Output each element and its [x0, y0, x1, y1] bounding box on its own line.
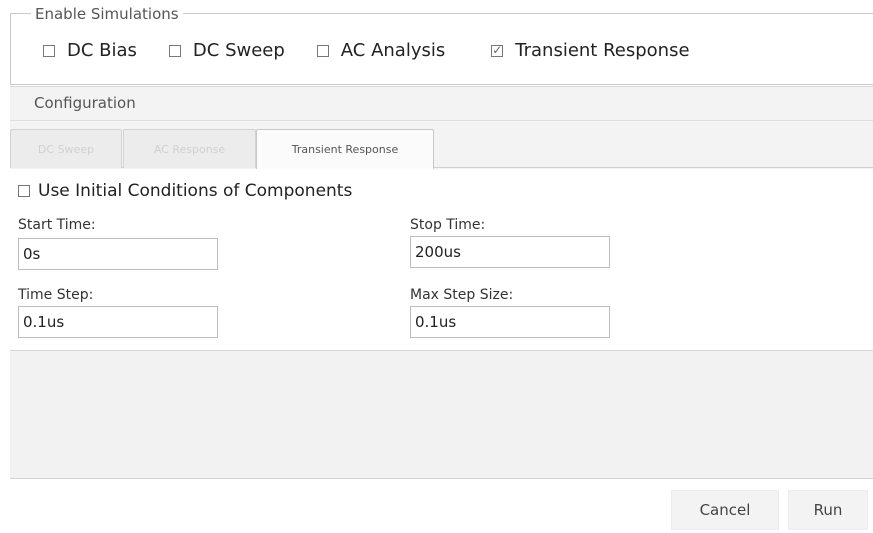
dc-bias-checkbox[interactable]	[43, 44, 55, 57]
dc-bias-option[interactable]: DC Bias	[43, 40, 137, 61]
tab-dc-sweep[interactable]: DC Sweep	[10, 129, 122, 168]
configuration-tabs: DC Sweep AC Response Transient Response	[10, 129, 873, 169]
transient-response-checkbox[interactable]: ✓	[491, 42, 504, 57]
dc-sweep-checkbox[interactable]	[168, 44, 181, 57]
ac-analysis-label: AC Analysis	[340, 40, 446, 61]
ac-analysis-checkbox[interactable]	[316, 44, 329, 57]
max-step-size-label: Max Step Size:	[410, 287, 514, 303]
start-time-label: Start Time:	[18, 217, 96, 233]
use-initial-conditions-option[interactable]: Use Initial Conditions of Components	[18, 181, 352, 201]
transient-response-label: Transient Response	[515, 40, 690, 61]
configuration-panel: Configuration DC Sweep AC Response Trans…	[10, 86, 873, 479]
transient-response-option[interactable]: ✓ Transient Response	[491, 40, 690, 61]
dc-bias-label: DC Bias	[67, 40, 137, 61]
stop-time-input[interactable]	[410, 236, 610, 268]
time-step-label: Time Step:	[18, 287, 94, 303]
stop-time-label: Stop Time:	[410, 217, 486, 233]
use-initial-conditions-checkbox[interactable]	[18, 185, 30, 197]
use-initial-conditions-label: Use Initial Conditions of Components	[38, 181, 353, 201]
simulation-options: DC Bias DC Sweep AC Analysis ✓ Transient…	[43, 40, 722, 61]
max-step-size-input[interactable]	[410, 306, 610, 338]
dc-sweep-option[interactable]: DC Sweep	[168, 40, 285, 61]
dc-sweep-label: DC Sweep	[192, 40, 285, 61]
cancel-button[interactable]: Cancel	[671, 490, 779, 530]
configuration-title: Configuration	[34, 94, 136, 112]
time-step-input[interactable]	[18, 306, 218, 338]
check-mark-icon: ✓	[492, 42, 503, 57]
tab-transient-response[interactable]: Transient Response	[256, 129, 434, 169]
tab-ac-response[interactable]: AC Response	[123, 129, 256, 168]
ac-analysis-option[interactable]: AC Analysis	[316, 40, 446, 61]
transient-response-tab-content: Use Initial Conditions of Components Sta…	[10, 169, 873, 351]
enable-simulations-group: Enable Simulations DC Bias DC Sweep AC A…	[10, 5, 873, 85]
enable-simulations-legend: Enable Simulations	[31, 5, 183, 23]
start-time-input[interactable]	[18, 238, 218, 270]
configuration-divider	[10, 120, 873, 121]
run-button[interactable]: Run	[788, 490, 868, 530]
configuration-empty-area	[10, 352, 873, 479]
